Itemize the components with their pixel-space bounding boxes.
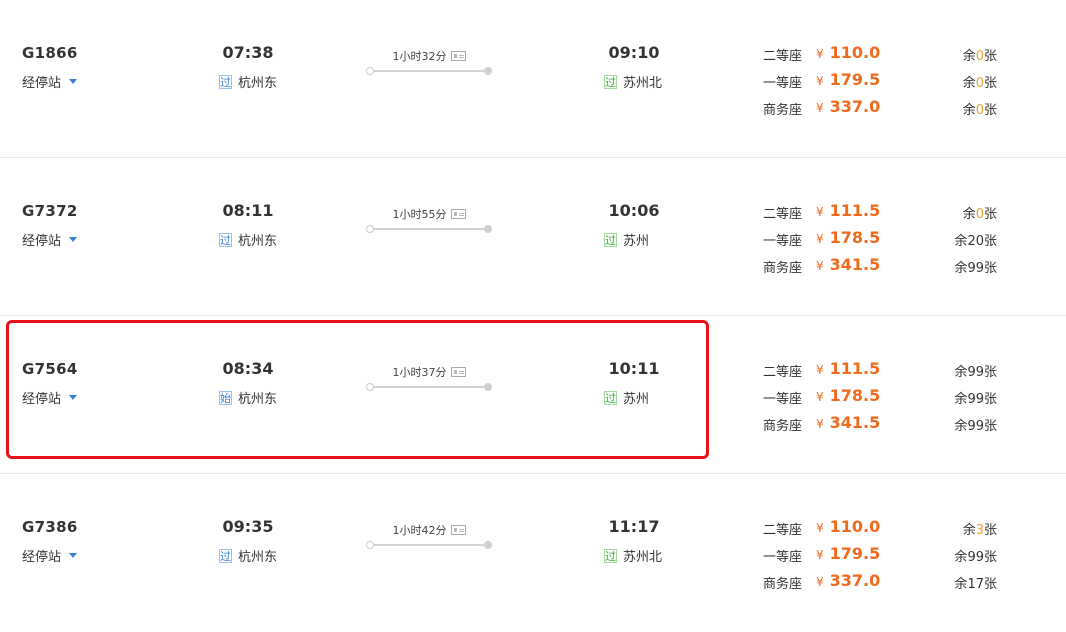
seat-price: ¥337.0 bbox=[816, 97, 881, 116]
stops-dropdown[interactable]: 经停站 bbox=[22, 230, 78, 249]
arrival-station: 过苏州北 bbox=[604, 72, 662, 91]
caret-down-icon bbox=[69, 237, 78, 242]
seat-class: 一等座 bbox=[763, 392, 803, 407]
seat-remaining: 余20张 bbox=[954, 234, 997, 249]
arrival-time: 09:10 bbox=[608, 43, 660, 62]
stops-dropdown[interactable]: 经停站 bbox=[22, 72, 78, 91]
seat-remaining: 余99张 bbox=[954, 550, 997, 565]
seat-price: ¥341.5 bbox=[816, 413, 881, 432]
caret-down-icon bbox=[69, 79, 78, 84]
duration-text: 1小时55分 bbox=[392, 208, 447, 221]
caret-down-icon bbox=[69, 553, 78, 558]
id-card-icon bbox=[450, 209, 466, 219]
departure-station: 过杭州东 bbox=[219, 230, 277, 249]
duration: 1小时42分 bbox=[366, 522, 492, 549]
duration: 1小时55分 bbox=[366, 206, 492, 233]
seat-price: ¥179.5 bbox=[816, 70, 881, 89]
stops-label: 经停站 bbox=[22, 550, 62, 565]
seat-remaining: 余17张 bbox=[954, 577, 997, 592]
seat-remaining: 余0张 bbox=[962, 103, 997, 118]
duration-text: 1小时32分 bbox=[392, 50, 447, 63]
departure-station: 过杭州东 bbox=[219, 546, 277, 565]
arrival-time: 10:06 bbox=[608, 201, 660, 220]
id-card-icon bbox=[450, 525, 466, 535]
seat-remaining: 余99张 bbox=[954, 419, 997, 434]
train-number[interactable]: G7372 bbox=[22, 202, 78, 220]
seat-remaining: 余0张 bbox=[962, 207, 997, 222]
departure-time: 08:11 bbox=[222, 201, 274, 220]
stops-dropdown[interactable]: 经停站 bbox=[22, 546, 78, 565]
seat-price: ¥111.5 bbox=[816, 201, 881, 220]
seat-price: ¥341.5 bbox=[816, 255, 881, 274]
seat-price: ¥179.5 bbox=[816, 544, 881, 563]
id-card-icon bbox=[450, 51, 466, 61]
train-row[interactable]: G7372 经停站 08:11 过杭州东 1小时55分 10:06 过苏州 二等… bbox=[0, 158, 1066, 316]
departure-time: 09:35 bbox=[222, 517, 274, 536]
seat-class: 商务座 bbox=[763, 577, 803, 592]
seat-class: 二等座 bbox=[763, 523, 803, 538]
pass-badge-icon: 过 bbox=[604, 548, 617, 563]
seat-remaining: 余99张 bbox=[954, 392, 997, 407]
pass-badge-icon: 过 bbox=[219, 232, 232, 247]
seat-remaining: 余99张 bbox=[954, 365, 997, 380]
route-line bbox=[366, 67, 492, 75]
seat-remaining: 余0张 bbox=[962, 76, 997, 91]
route-line bbox=[366, 225, 492, 233]
selected-row-highlight bbox=[6, 320, 709, 459]
departure-station-name: 杭州东 bbox=[238, 76, 278, 91]
duration-text: 1小时42分 bbox=[392, 524, 447, 537]
seat-class: 一等座 bbox=[763, 76, 803, 91]
seat-class: 商务座 bbox=[763, 419, 803, 434]
seat-remaining: 余0张 bbox=[962, 49, 997, 64]
seat-class: 一等座 bbox=[763, 550, 803, 565]
stops-label: 经停站 bbox=[22, 234, 62, 249]
seat-price: ¥110.0 bbox=[816, 517, 881, 536]
stops-label: 经停站 bbox=[22, 76, 62, 91]
arrival-station-name: 苏州北 bbox=[623, 76, 663, 91]
seat-class: 商务座 bbox=[763, 261, 803, 276]
seat-class: 二等座 bbox=[763, 365, 803, 380]
route-line bbox=[366, 541, 492, 549]
seat-class: 一等座 bbox=[763, 234, 803, 249]
departure-time: 07:38 bbox=[222, 43, 274, 62]
train-row[interactable]: G7386 经停站 09:35 过杭州东 1小时42分 11:17 过苏州北 二… bbox=[0, 474, 1066, 632]
seat-class: 商务座 bbox=[763, 103, 803, 118]
seat-price: ¥178.5 bbox=[816, 228, 881, 247]
seat-class: 二等座 bbox=[763, 207, 803, 222]
arrival-station-name: 苏州北 bbox=[623, 550, 663, 565]
departure-station-name: 杭州东 bbox=[238, 550, 278, 565]
departure-station-name: 杭州东 bbox=[238, 234, 278, 249]
seat-price: ¥111.5 bbox=[816, 359, 881, 378]
train-row[interactable]: G1866 经停站 07:38 过杭州东 1小时32分 09:10 过苏州北 二… bbox=[0, 0, 1066, 158]
seat-remaining: 余99张 bbox=[954, 261, 997, 276]
train-number[interactable]: G7386 bbox=[22, 518, 78, 536]
pass-badge-icon: 过 bbox=[219, 548, 232, 563]
train-number[interactable]: G1866 bbox=[22, 44, 78, 62]
pass-badge-icon: 过 bbox=[219, 74, 232, 89]
departure-station: 过杭州东 bbox=[219, 72, 277, 91]
seat-price: ¥337.0 bbox=[816, 571, 881, 590]
arrival-station: 过苏州 bbox=[604, 230, 649, 249]
arrival-station: 过苏州北 bbox=[604, 546, 662, 565]
arrival-time: 11:17 bbox=[608, 517, 660, 536]
seat-class: 二等座 bbox=[763, 49, 803, 64]
seat-price: ¥110.0 bbox=[816, 43, 881, 62]
seat-price: ¥178.5 bbox=[816, 386, 881, 405]
pass-badge-icon: 过 bbox=[604, 74, 617, 89]
pass-badge-icon: 过 bbox=[604, 232, 617, 247]
arrival-station-name: 苏州 bbox=[623, 234, 650, 249]
duration: 1小时32分 bbox=[366, 48, 492, 75]
seat-remaining: 余3张 bbox=[962, 523, 997, 538]
